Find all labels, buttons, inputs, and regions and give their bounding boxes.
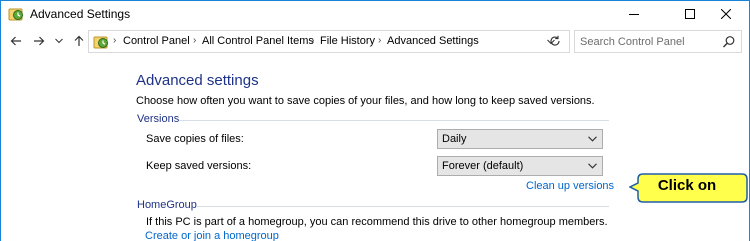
forward-button[interactable]	[29, 30, 49, 52]
save-copies-select[interactable]: Daily	[437, 129, 603, 149]
versions-divider	[179, 120, 609, 121]
callout-text: Click on	[657, 177, 717, 194]
minimize-button[interactable]	[611, 1, 657, 27]
page-description: Choose how often you want to save copies…	[136, 95, 595, 107]
chevron-down-icon	[588, 136, 597, 142]
click-on-callout: Click on	[629, 171, 749, 205]
save-copies-value: Daily	[442, 133, 467, 145]
chevron-down-icon	[588, 163, 597, 169]
keep-versions-value: Forever (default)	[442, 160, 524, 172]
breadcrumb-separator-icon: ›	[113, 35, 117, 46]
page-title: Advanced settings	[136, 72, 259, 89]
breadcrumb-advanced-settings[interactable]: Advanced Settings	[387, 35, 479, 47]
title-bar[interactable]: Advanced Settings	[1, 1, 749, 27]
breadcrumb-control-panel[interactable]: Control Panel	[123, 35, 190, 47]
window-title: Advanced Settings	[30, 7, 131, 21]
file-history-icon	[8, 6, 24, 22]
save-copies-label: Save copies of files:	[146, 133, 244, 145]
search-box[interactable]	[574, 30, 742, 53]
homegroup-group-label: HomeGroup	[137, 199, 197, 211]
versions-group-label: Versions	[137, 113, 180, 125]
homegroup-divider	[197, 206, 609, 207]
address-bar[interactable]: › Control Panel › All Control Panel Item…	[88, 30, 570, 53]
breadcrumb-separator-icon: ›	[193, 35, 197, 46]
minimize-icon	[629, 14, 639, 15]
close-icon	[721, 9, 731, 19]
navigation-bar: › Control Panel › All Control Panel Item…	[1, 27, 749, 55]
control-panel-icon	[93, 34, 109, 50]
breadcrumb-all-items[interactable]: All Control Panel Items	[202, 35, 314, 47]
homegroup-description: If this PC is part of a homegroup, you c…	[146, 216, 608, 228]
refresh-icon	[550, 35, 560, 46]
back-button[interactable]	[6, 30, 26, 52]
recent-locations-button[interactable]	[53, 30, 65, 52]
chevron-down-icon	[55, 38, 63, 44]
window: Advanced Settings › Control Panel › All …	[0, 0, 750, 241]
keep-versions-label: Keep saved versions:	[146, 160, 252, 172]
create-join-homegroup-link[interactable]: Create or join a homegroup	[145, 230, 279, 241]
search-icon[interactable]	[721, 34, 737, 50]
arrow-up-icon	[74, 35, 84, 46]
arrow-left-icon	[10, 36, 21, 46]
maximize-icon	[685, 9, 695, 19]
breadcrumb-separator-icon: ›	[311, 35, 315, 46]
content-area: Advanced settings Choose how often you w…	[1, 55, 749, 241]
clean-up-versions-link[interactable]: Clean up versions	[526, 180, 614, 192]
arrow-right-icon	[34, 36, 45, 46]
keep-versions-select[interactable]: Forever (default)	[437, 156, 603, 176]
breadcrumb-file-history[interactable]: File History	[320, 35, 375, 47]
breadcrumb-separator-icon: ›	[378, 35, 382, 46]
close-button[interactable]	[703, 1, 749, 27]
refresh-button[interactable]	[544, 30, 566, 51]
search-input[interactable]	[580, 34, 720, 49]
up-button[interactable]	[69, 30, 89, 52]
